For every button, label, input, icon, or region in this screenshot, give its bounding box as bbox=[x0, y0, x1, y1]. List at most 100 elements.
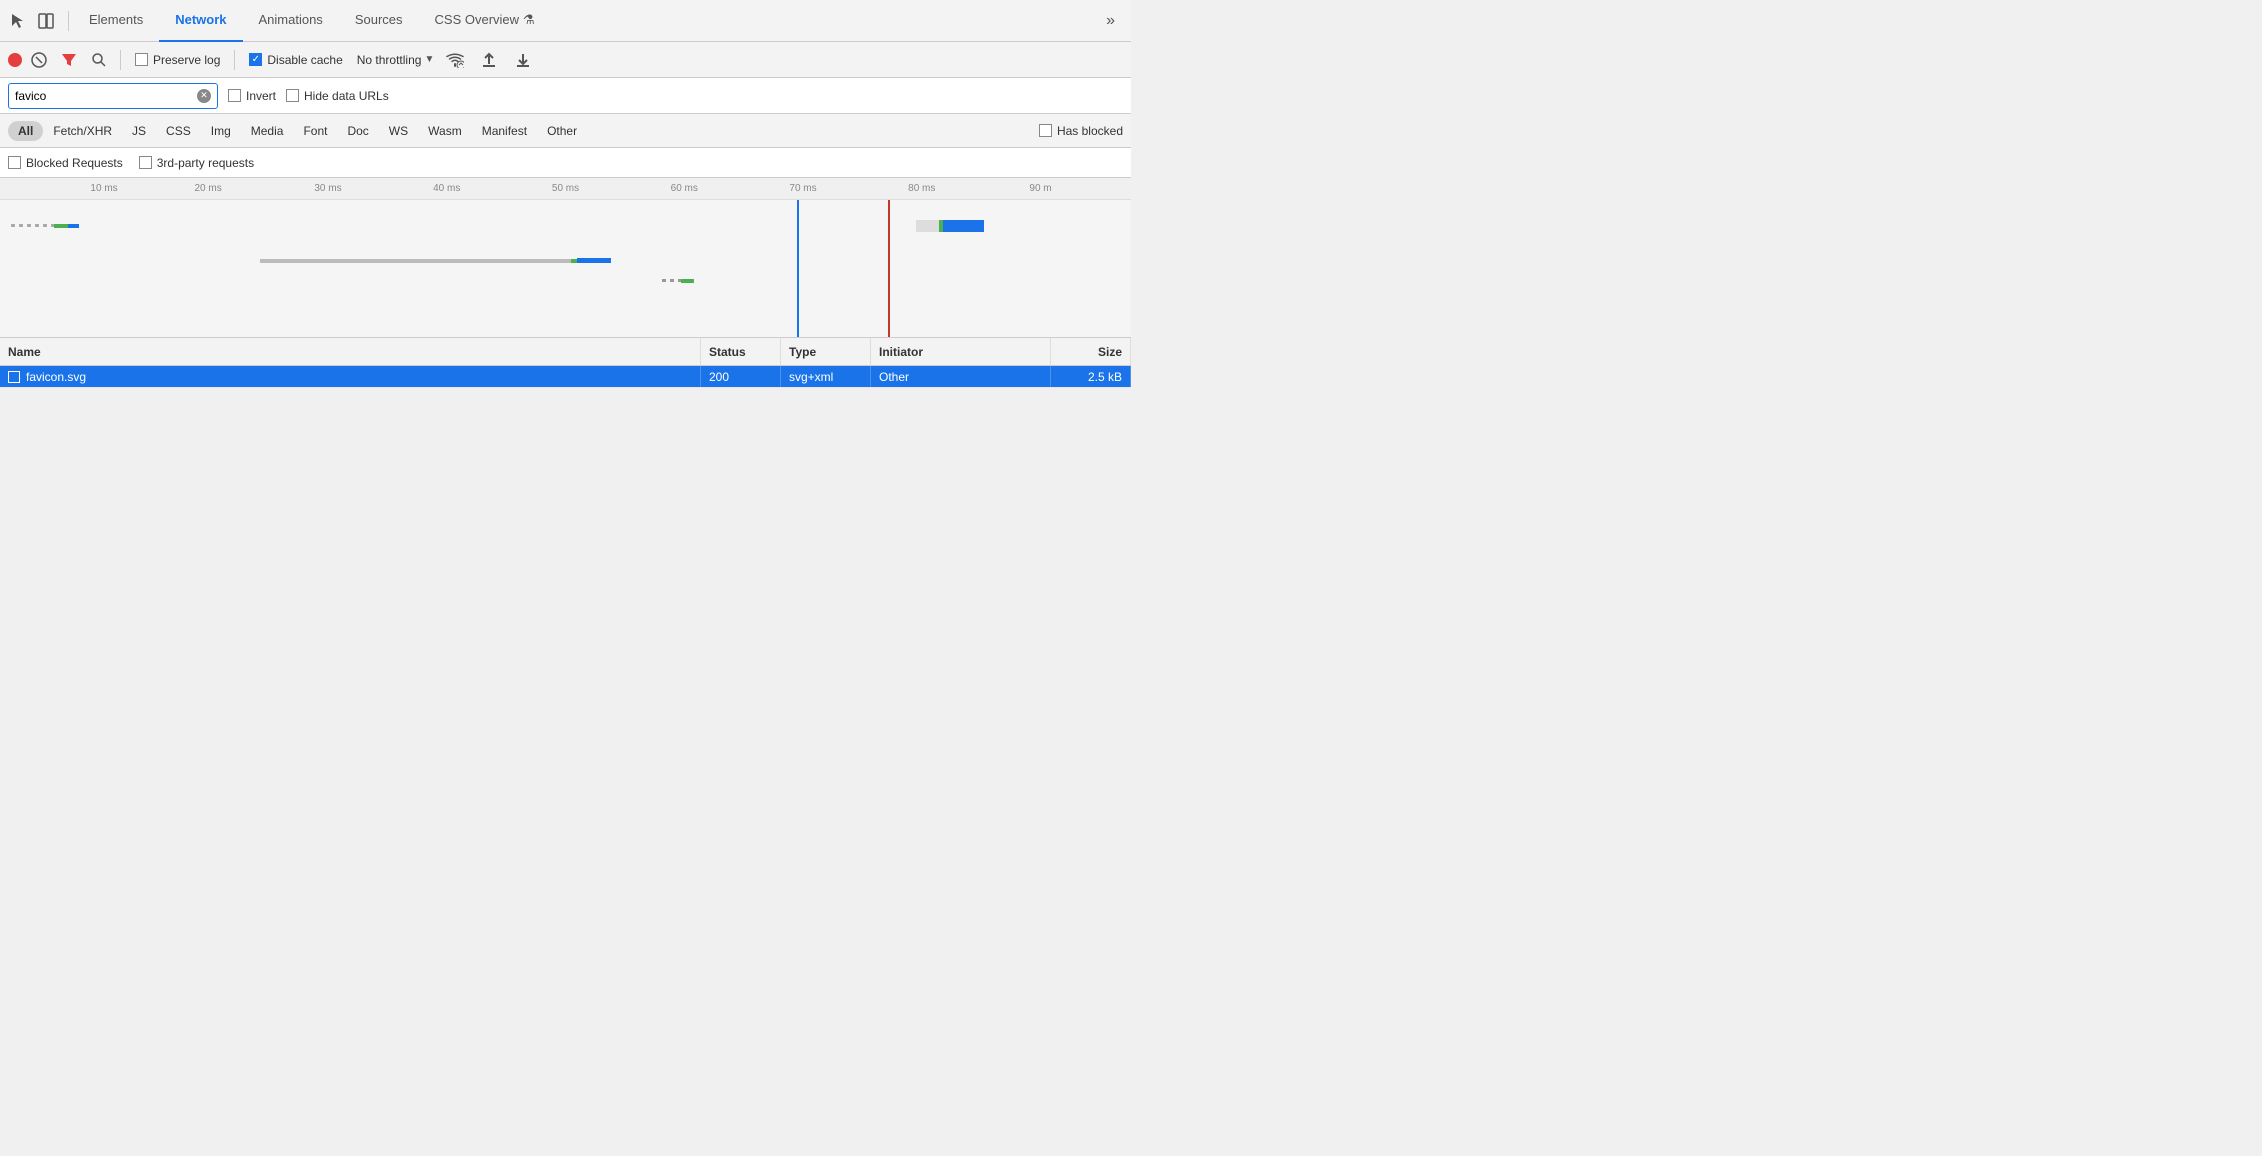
type-btn-img[interactable]: Img bbox=[201, 121, 241, 141]
filter-input[interactable] bbox=[15, 89, 197, 103]
invert-label: Invert bbox=[246, 89, 276, 103]
type-btn-wasm[interactable]: Wasm bbox=[418, 121, 472, 141]
tab-css-overview[interactable]: CSS Overview ⚗ bbox=[419, 0, 551, 42]
clear-button[interactable] bbox=[26, 47, 52, 73]
third-party-checkbox[interactable] bbox=[139, 156, 152, 169]
disable-cache-checkbox[interactable]: ✓ bbox=[249, 53, 262, 66]
th-status[interactable]: Status bbox=[701, 338, 781, 365]
tick-30ms: 30 ms bbox=[314, 183, 341, 194]
filter-button[interactable] bbox=[56, 47, 82, 73]
search-button[interactable] bbox=[86, 47, 112, 73]
throttle-dropdown-icon: ▼ bbox=[424, 54, 434, 65]
type-btn-other[interactable]: Other bbox=[537, 121, 587, 141]
bar-download-1 bbox=[68, 224, 79, 228]
tab-sources[interactable]: Sources bbox=[339, 0, 419, 42]
network-table: Name Status Type Initiator Size favicon.… bbox=[0, 338, 1131, 388]
bar-stalled-2 bbox=[260, 259, 577, 263]
has-blocked-label: Has blocked bbox=[1057, 124, 1123, 138]
flask-icon: ⚗ bbox=[523, 12, 535, 28]
type-btn-fetch-xhr[interactable]: Fetch/XHR bbox=[43, 121, 122, 141]
td-status: 200 bbox=[701, 366, 781, 387]
tick-70ms: 70 ms bbox=[789, 183, 816, 194]
upload-download-buttons bbox=[476, 47, 536, 73]
tick-20ms: 20 ms bbox=[194, 183, 221, 194]
blocked-requests-option[interactable]: Blocked Requests bbox=[8, 156, 123, 170]
waterfall-inline bbox=[916, 220, 1006, 232]
type-btn-media[interactable]: Media bbox=[241, 121, 294, 141]
has-blocked-option[interactable]: Has blocked bbox=[1039, 124, 1123, 138]
type-btn-all[interactable]: All bbox=[8, 121, 43, 141]
th-initiator[interactable]: Initiator bbox=[871, 338, 1051, 365]
upload-button[interactable] bbox=[476, 47, 502, 73]
wifi-settings-button[interactable] bbox=[442, 47, 468, 73]
third-party-option[interactable]: 3rd-party requests bbox=[139, 156, 254, 170]
dock-icon[interactable] bbox=[36, 11, 56, 31]
hide-data-urls-label: Hide data URLs bbox=[304, 89, 389, 103]
type-btn-doc[interactable]: Doc bbox=[337, 121, 378, 141]
load-line bbox=[888, 200, 890, 338]
type-btn-font[interactable]: Font bbox=[293, 121, 337, 141]
invert-option[interactable]: Invert bbox=[228, 89, 276, 103]
type-btn-css[interactable]: CSS bbox=[156, 121, 201, 141]
timeline-area: 10 ms 20 ms 30 ms 40 ms 50 ms 60 ms 70 m… bbox=[0, 178, 1131, 338]
table-header: Name Status Type Initiator Size bbox=[0, 338, 1131, 366]
toolbar-divider-1 bbox=[120, 50, 121, 70]
third-party-label: 3rd-party requests bbox=[157, 156, 254, 170]
clear-filter-button[interactable]: ✕ bbox=[197, 89, 211, 103]
devtools-icons bbox=[8, 11, 69, 31]
preserve-log-label: Preserve log bbox=[153, 53, 220, 67]
th-size[interactable]: Size bbox=[1051, 338, 1131, 365]
tick-50ms: 50 ms bbox=[552, 183, 579, 194]
preserve-log-checkbox[interactable] bbox=[135, 53, 148, 66]
invert-checkbox[interactable] bbox=[228, 89, 241, 102]
disable-cache-label: Disable cache bbox=[267, 53, 342, 67]
bar-mini-blue bbox=[943, 220, 984, 232]
cursor-icon[interactable] bbox=[8, 11, 28, 31]
timeline-content bbox=[0, 200, 1131, 338]
blocked-requests-checkbox[interactable] bbox=[8, 156, 21, 169]
bar-waiting-1 bbox=[11, 224, 56, 227]
tick-90ms: 90 m bbox=[1029, 183, 1051, 194]
filter-bar: ✕ Invert Hide data URLs bbox=[0, 78, 1131, 114]
throttle-label: No throttling bbox=[357, 53, 422, 67]
tab-network[interactable]: Network bbox=[159, 0, 242, 42]
tab-bar: Elements Network Animations Sources CSS … bbox=[0, 0, 1131, 42]
type-btn-manifest[interactable]: Manifest bbox=[472, 121, 537, 141]
type-btn-js[interactable]: JS bbox=[122, 121, 156, 141]
tick-10ms: 10 ms bbox=[90, 183, 117, 194]
blocked-requests-label: Blocked Requests bbox=[26, 156, 123, 170]
download-button[interactable] bbox=[510, 47, 536, 73]
throttle-select[interactable]: No throttling ▼ bbox=[353, 53, 439, 67]
bar-green-3 bbox=[681, 279, 695, 283]
table-row[interactable]: favicon.svg 200 svg+xml Other 2.5 kB bbox=[0, 366, 1131, 388]
timeline-ruler: 10 ms 20 ms 30 ms 40 ms 50 ms 60 ms 70 m… bbox=[0, 178, 1131, 200]
waterfall-row-2 bbox=[0, 255, 1131, 267]
td-name: favicon.svg bbox=[0, 366, 701, 387]
th-name[interactable]: Name bbox=[0, 338, 701, 365]
tick-60ms: 60 ms bbox=[671, 183, 698, 194]
td-initiator: Other bbox=[871, 366, 1051, 387]
bar-white bbox=[916, 220, 939, 232]
tick-40ms: 40 ms bbox=[433, 183, 460, 194]
hide-data-urls-option[interactable]: Hide data URLs bbox=[286, 89, 389, 103]
record-button[interactable] bbox=[8, 53, 22, 67]
more-tabs-button[interactable]: » bbox=[1098, 12, 1123, 30]
td-size: 2.5 kB bbox=[1051, 366, 1131, 387]
network-toolbar: Preserve log ✓ Disable cache No throttli… bbox=[0, 42, 1131, 78]
th-type[interactable]: Type bbox=[781, 338, 871, 365]
tab-animations[interactable]: Animations bbox=[243, 0, 339, 42]
tab-elements[interactable]: Elements bbox=[73, 0, 159, 42]
has-blocked-checkbox[interactable] bbox=[1039, 124, 1052, 137]
blocked-bar: Blocked Requests 3rd-party requests bbox=[0, 148, 1131, 178]
dom-content-loaded-line bbox=[797, 200, 799, 338]
bar-ttfb-1 bbox=[54, 224, 68, 228]
type-filter-bar: All Fetch/XHR JS CSS Img Media Font Doc … bbox=[0, 114, 1131, 148]
type-btn-ws[interactable]: WS bbox=[379, 121, 418, 141]
disable-cache-option[interactable]: ✓ Disable cache bbox=[243, 53, 348, 67]
bar-download-2 bbox=[577, 258, 611, 263]
row-checkbox[interactable] bbox=[8, 371, 20, 383]
preserve-log-option[interactable]: Preserve log bbox=[129, 53, 226, 67]
td-type: svg+xml bbox=[781, 366, 871, 387]
waterfall-row-3 bbox=[0, 275, 1131, 287]
hide-data-urls-checkbox[interactable] bbox=[286, 89, 299, 102]
